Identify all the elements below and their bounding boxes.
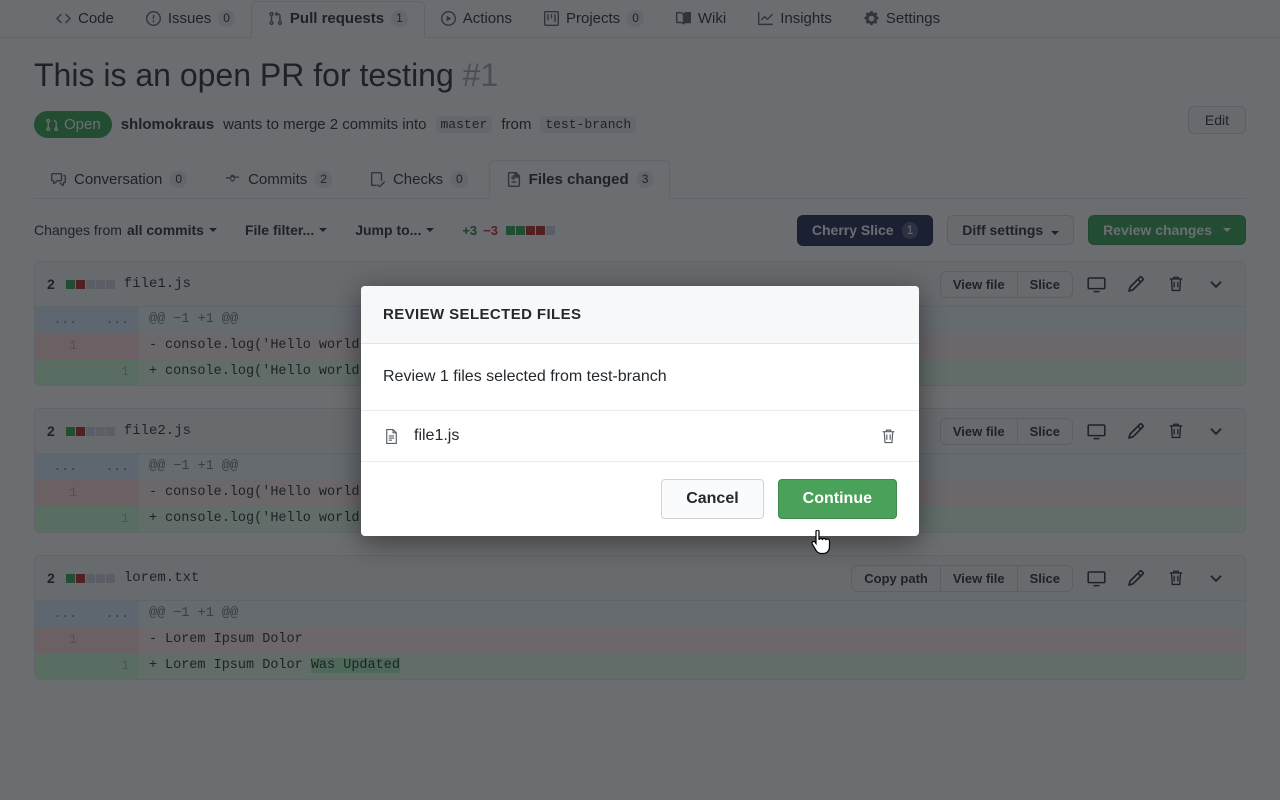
modal-file-name: file1.js: [414, 427, 460, 444]
modal-footer: Cancel Continue: [361, 462, 919, 536]
review-selected-files-modal: REVIEW SELECTED FILES Review 1 files sel…: [361, 286, 919, 536]
cancel-button[interactable]: Cancel: [661, 479, 764, 519]
file-icon: [383, 428, 400, 445]
modal-title: REVIEW SELECTED FILES: [361, 286, 919, 344]
modal-body-text: Review 1 files selected from test-branch: [361, 344, 919, 411]
trash-icon[interactable]: [880, 428, 897, 445]
continue-button[interactable]: Continue: [777, 479, 897, 519]
modal-file-list: file1.js: [361, 411, 919, 462]
list-item: file1.js: [361, 411, 919, 461]
pull-request-page: Code Issues 0 Pull requests 1 Actions: [0, 0, 1280, 800]
